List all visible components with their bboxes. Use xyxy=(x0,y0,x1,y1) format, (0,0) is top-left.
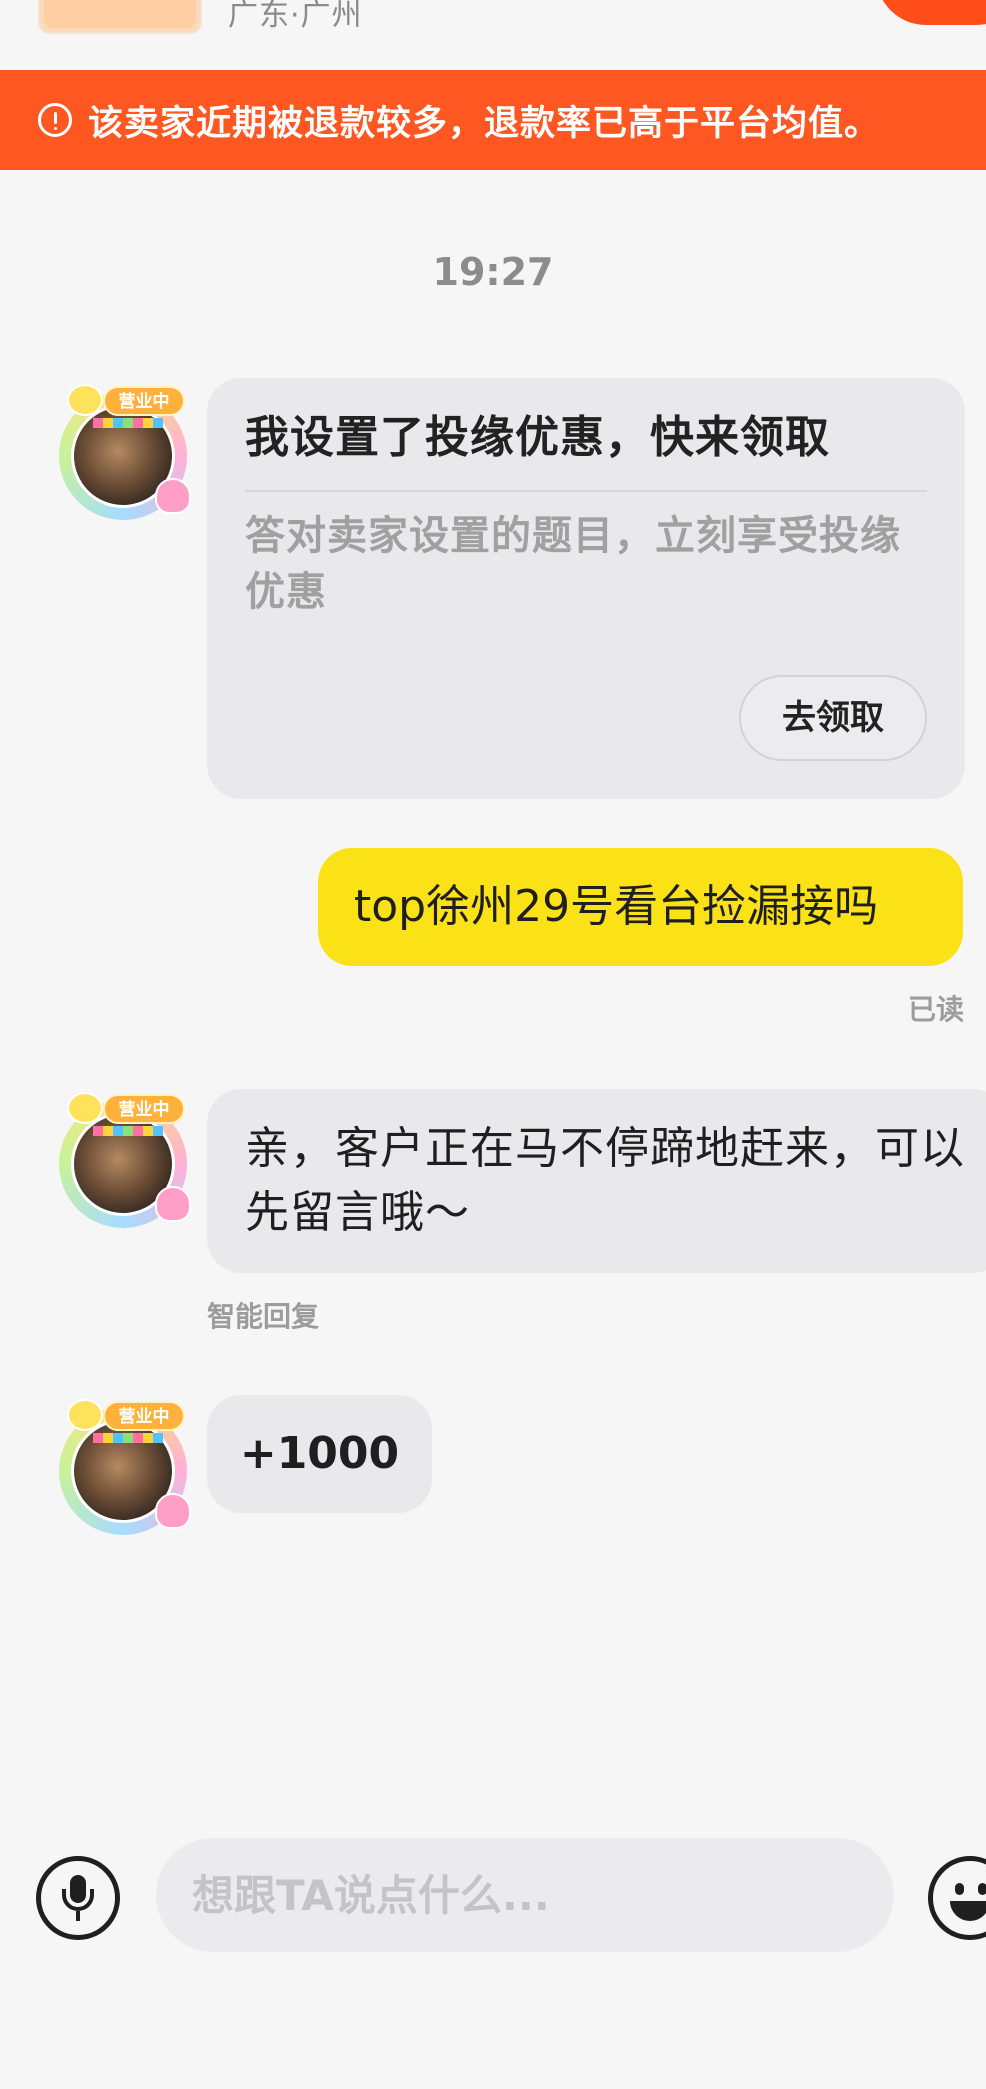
voice-input-button[interactable] xyxy=(36,1856,120,1940)
seller-message-bubble[interactable]: +1000 xyxy=(207,1395,432,1513)
emoji-button[interactable] xyxy=(928,1856,986,1940)
product-thumbnail-image xyxy=(44,0,196,28)
product-location: 广东·广州 xyxy=(228,0,363,33)
octopus-sticker-icon xyxy=(155,478,191,514)
seller-avatar[interactable]: 营业中 xyxy=(55,380,195,520)
bunting-decoration xyxy=(93,418,163,428)
smart-reply-label: 智能回复 xyxy=(207,1300,320,1333)
auto-reply-bubble[interactable]: 亲，客户正在马不停蹄地赶来，可以先留言哦～ xyxy=(207,1089,986,1273)
bunting-decoration xyxy=(93,1126,163,1136)
open-status-badge: 营业中 xyxy=(103,386,185,416)
outgoing-message-bubble[interactable]: top徐州29号看台捡漏接吗 xyxy=(318,848,963,966)
refund-warning-banner: 该卖家近期被退款较多，退款率已高于平台均值。 xyxy=(0,70,986,170)
seller-avatar[interactable]: 营业中 xyxy=(55,1395,195,1535)
message-input[interactable] xyxy=(156,1838,894,1952)
coupon-card: 我设置了投缘优惠，快来领取 答对卖家设置的题目，立刻享受投缘优惠 去领取 xyxy=(207,378,965,799)
sun-sticker-icon xyxy=(67,1092,103,1124)
claim-coupon-button[interactable]: 去领取 xyxy=(739,675,927,761)
sun-sticker-icon xyxy=(67,1399,103,1431)
open-status-badge: 营业中 xyxy=(103,1401,185,1431)
bunting-decoration xyxy=(93,1433,163,1443)
sun-sticker-icon xyxy=(67,384,103,416)
octopus-sticker-icon xyxy=(155,1186,191,1222)
buy-button[interactable] xyxy=(876,0,986,25)
product-header: 广东·广州 xyxy=(0,0,986,70)
product-thumbnail[interactable] xyxy=(38,0,202,34)
coupon-description: 答对卖家设置的题目，立刻享受投缘优惠 xyxy=(245,513,901,615)
message-timestamp: 19:27 xyxy=(432,250,554,294)
octopus-sticker-icon xyxy=(155,1493,191,1529)
seller-avatar[interactable]: 营业中 xyxy=(55,1088,195,1228)
open-status-badge: 营业中 xyxy=(103,1094,185,1124)
read-receipt: 已读 xyxy=(907,993,964,1026)
exclamation-circle-icon xyxy=(38,103,72,137)
coupon-title: 我设置了投缘优惠，快来领取 xyxy=(245,412,830,463)
warning-text: 该卖家近期被退款较多，退款率已高于平台均值。 xyxy=(88,103,881,144)
coupon-divider xyxy=(245,490,927,492)
